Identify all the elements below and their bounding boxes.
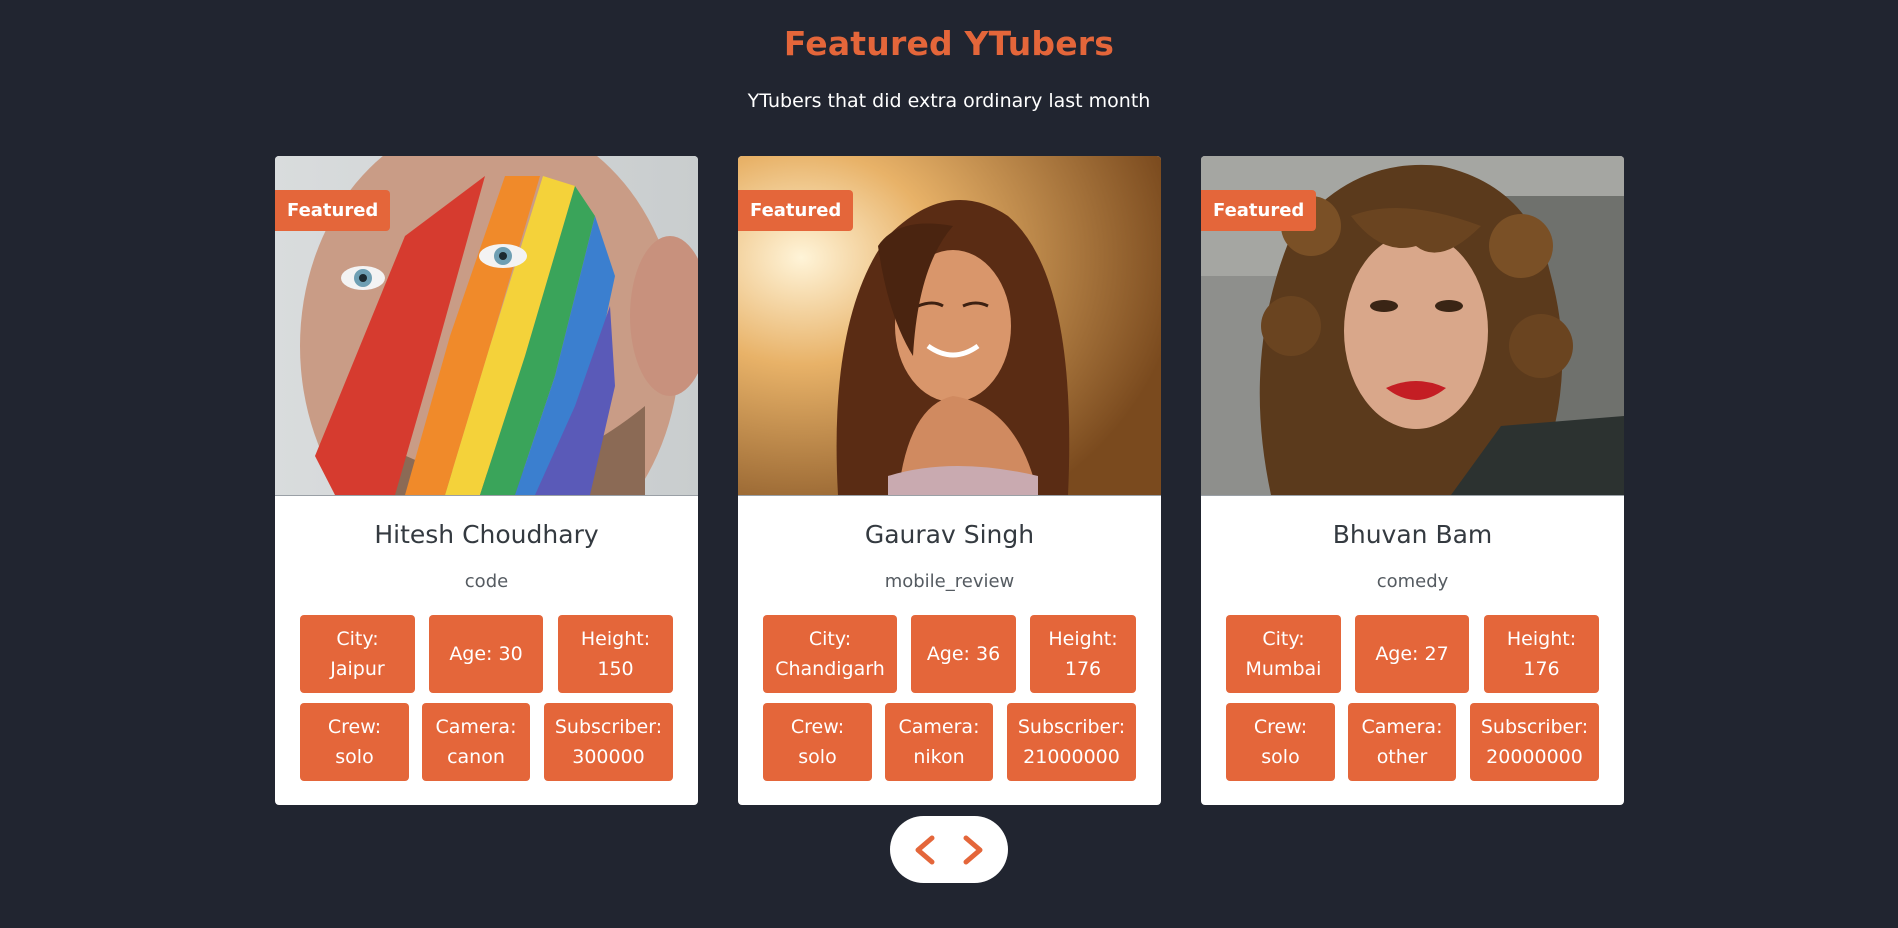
stat-camera: Camera: nikon xyxy=(885,703,993,781)
youtuber-card[interactable]: Featured Bhuvan Bam comedy City: Mumbai … xyxy=(1201,156,1624,805)
stat-subscriber: Subscriber: 21000000 xyxy=(1007,703,1136,781)
stat-value: 300000 xyxy=(572,746,645,768)
chevron-right-icon[interactable] xyxy=(958,834,988,866)
page: Featured YTubers YTubers that did extra … xyxy=(0,0,1898,928)
stat-value: nikon xyxy=(913,746,965,768)
featured-badge: Featured xyxy=(1201,190,1317,231)
stat-crew: Crew: solo xyxy=(300,703,409,781)
stat-label: Subscriber: xyxy=(554,716,663,738)
stat-value: other xyxy=(1376,746,1428,768)
featured-badge: Featured xyxy=(275,190,391,231)
stat-value: solo xyxy=(1261,746,1300,768)
stat-value: Jaipur xyxy=(330,658,385,680)
stat-label: Subscriber: xyxy=(1017,716,1126,738)
stat-label: Age: 30 xyxy=(449,643,523,665)
stat-value: 176 xyxy=(1064,658,1102,680)
stat-city: City: Jaipur xyxy=(300,615,415,693)
stat-city: City: Mumbai xyxy=(1226,615,1341,693)
carousel-nav xyxy=(890,816,1008,883)
stat-subscriber: Subscriber: 20000000 xyxy=(1470,703,1599,781)
stat-value: 20000000 xyxy=(1486,746,1583,768)
stat-value: 21000000 xyxy=(1023,746,1120,768)
stat-value: canon xyxy=(447,746,505,768)
stat-height: Height: 150 xyxy=(558,615,673,693)
youtuber-name: Gaurav Singh xyxy=(864,520,1035,549)
stat-label: Age: 27 xyxy=(1375,643,1449,665)
stat-height: Height: 176 xyxy=(1030,615,1136,693)
stat-label: City: xyxy=(336,628,379,650)
stat-value: 176 xyxy=(1523,658,1560,680)
stat-label: City: xyxy=(1262,628,1305,650)
stat-value: solo xyxy=(798,746,837,768)
stat-crew: Crew: solo xyxy=(763,703,872,781)
youtuber-category: comedy xyxy=(1376,571,1449,592)
youtuber-cards: Featured Hitesh Choudhary code City: Jai… xyxy=(275,156,1625,805)
chevron-left-icon[interactable] xyxy=(910,834,940,866)
stat-height: Height: 176 xyxy=(1484,615,1599,693)
youtuber-name: Bhuvan Bam xyxy=(1332,520,1493,549)
stat-crew: Crew: solo xyxy=(1226,703,1335,781)
stat-label: Crew: xyxy=(327,716,382,738)
stat-value: Mumbai xyxy=(1245,658,1322,680)
stat-camera: Camera: canon xyxy=(422,703,530,781)
stat-label: Camera: xyxy=(898,716,980,738)
stat-label: Age: 36 xyxy=(926,643,1001,665)
stat-label: Height: xyxy=(580,628,651,650)
page-title: Featured YTubers xyxy=(783,24,1115,63)
stat-subscriber: Subscriber: 300000 xyxy=(544,703,673,781)
youtuber-card[interactable]: Featured Gaurav Singh mobile_review City… xyxy=(738,156,1161,805)
page-subtitle: YTubers that did extra ordinary last mon… xyxy=(747,90,1151,112)
stat-label: Height: xyxy=(1048,628,1118,650)
stat-age: Age: 36 xyxy=(911,615,1016,693)
stat-value: Chandigarh xyxy=(775,658,885,680)
stat-value: solo xyxy=(335,746,374,768)
stat-value: 150 xyxy=(597,658,634,680)
stat-label: Height: xyxy=(1506,628,1577,650)
stat-city: City: Chandigarh xyxy=(763,615,897,693)
youtuber-category: code xyxy=(464,571,509,592)
featured-badge: Featured xyxy=(738,190,854,231)
stat-age: Age: 30 xyxy=(429,615,543,693)
youtuber-name: Hitesh Choudhary xyxy=(374,520,599,549)
stat-label: Camera: xyxy=(435,716,517,738)
stat-label: Camera: xyxy=(1361,716,1443,738)
youtuber-card[interactable]: Featured Hitesh Choudhary code City: Jai… xyxy=(275,156,698,805)
stat-label: City: xyxy=(808,628,852,650)
youtuber-category: mobile_review xyxy=(884,571,1015,592)
stat-camera: Camera: other xyxy=(1348,703,1456,781)
stat-age: Age: 27 xyxy=(1355,615,1469,693)
stat-label: Crew: xyxy=(1253,716,1308,738)
stat-label: Subscriber: xyxy=(1480,716,1589,738)
stat-label: Crew: xyxy=(790,716,845,738)
